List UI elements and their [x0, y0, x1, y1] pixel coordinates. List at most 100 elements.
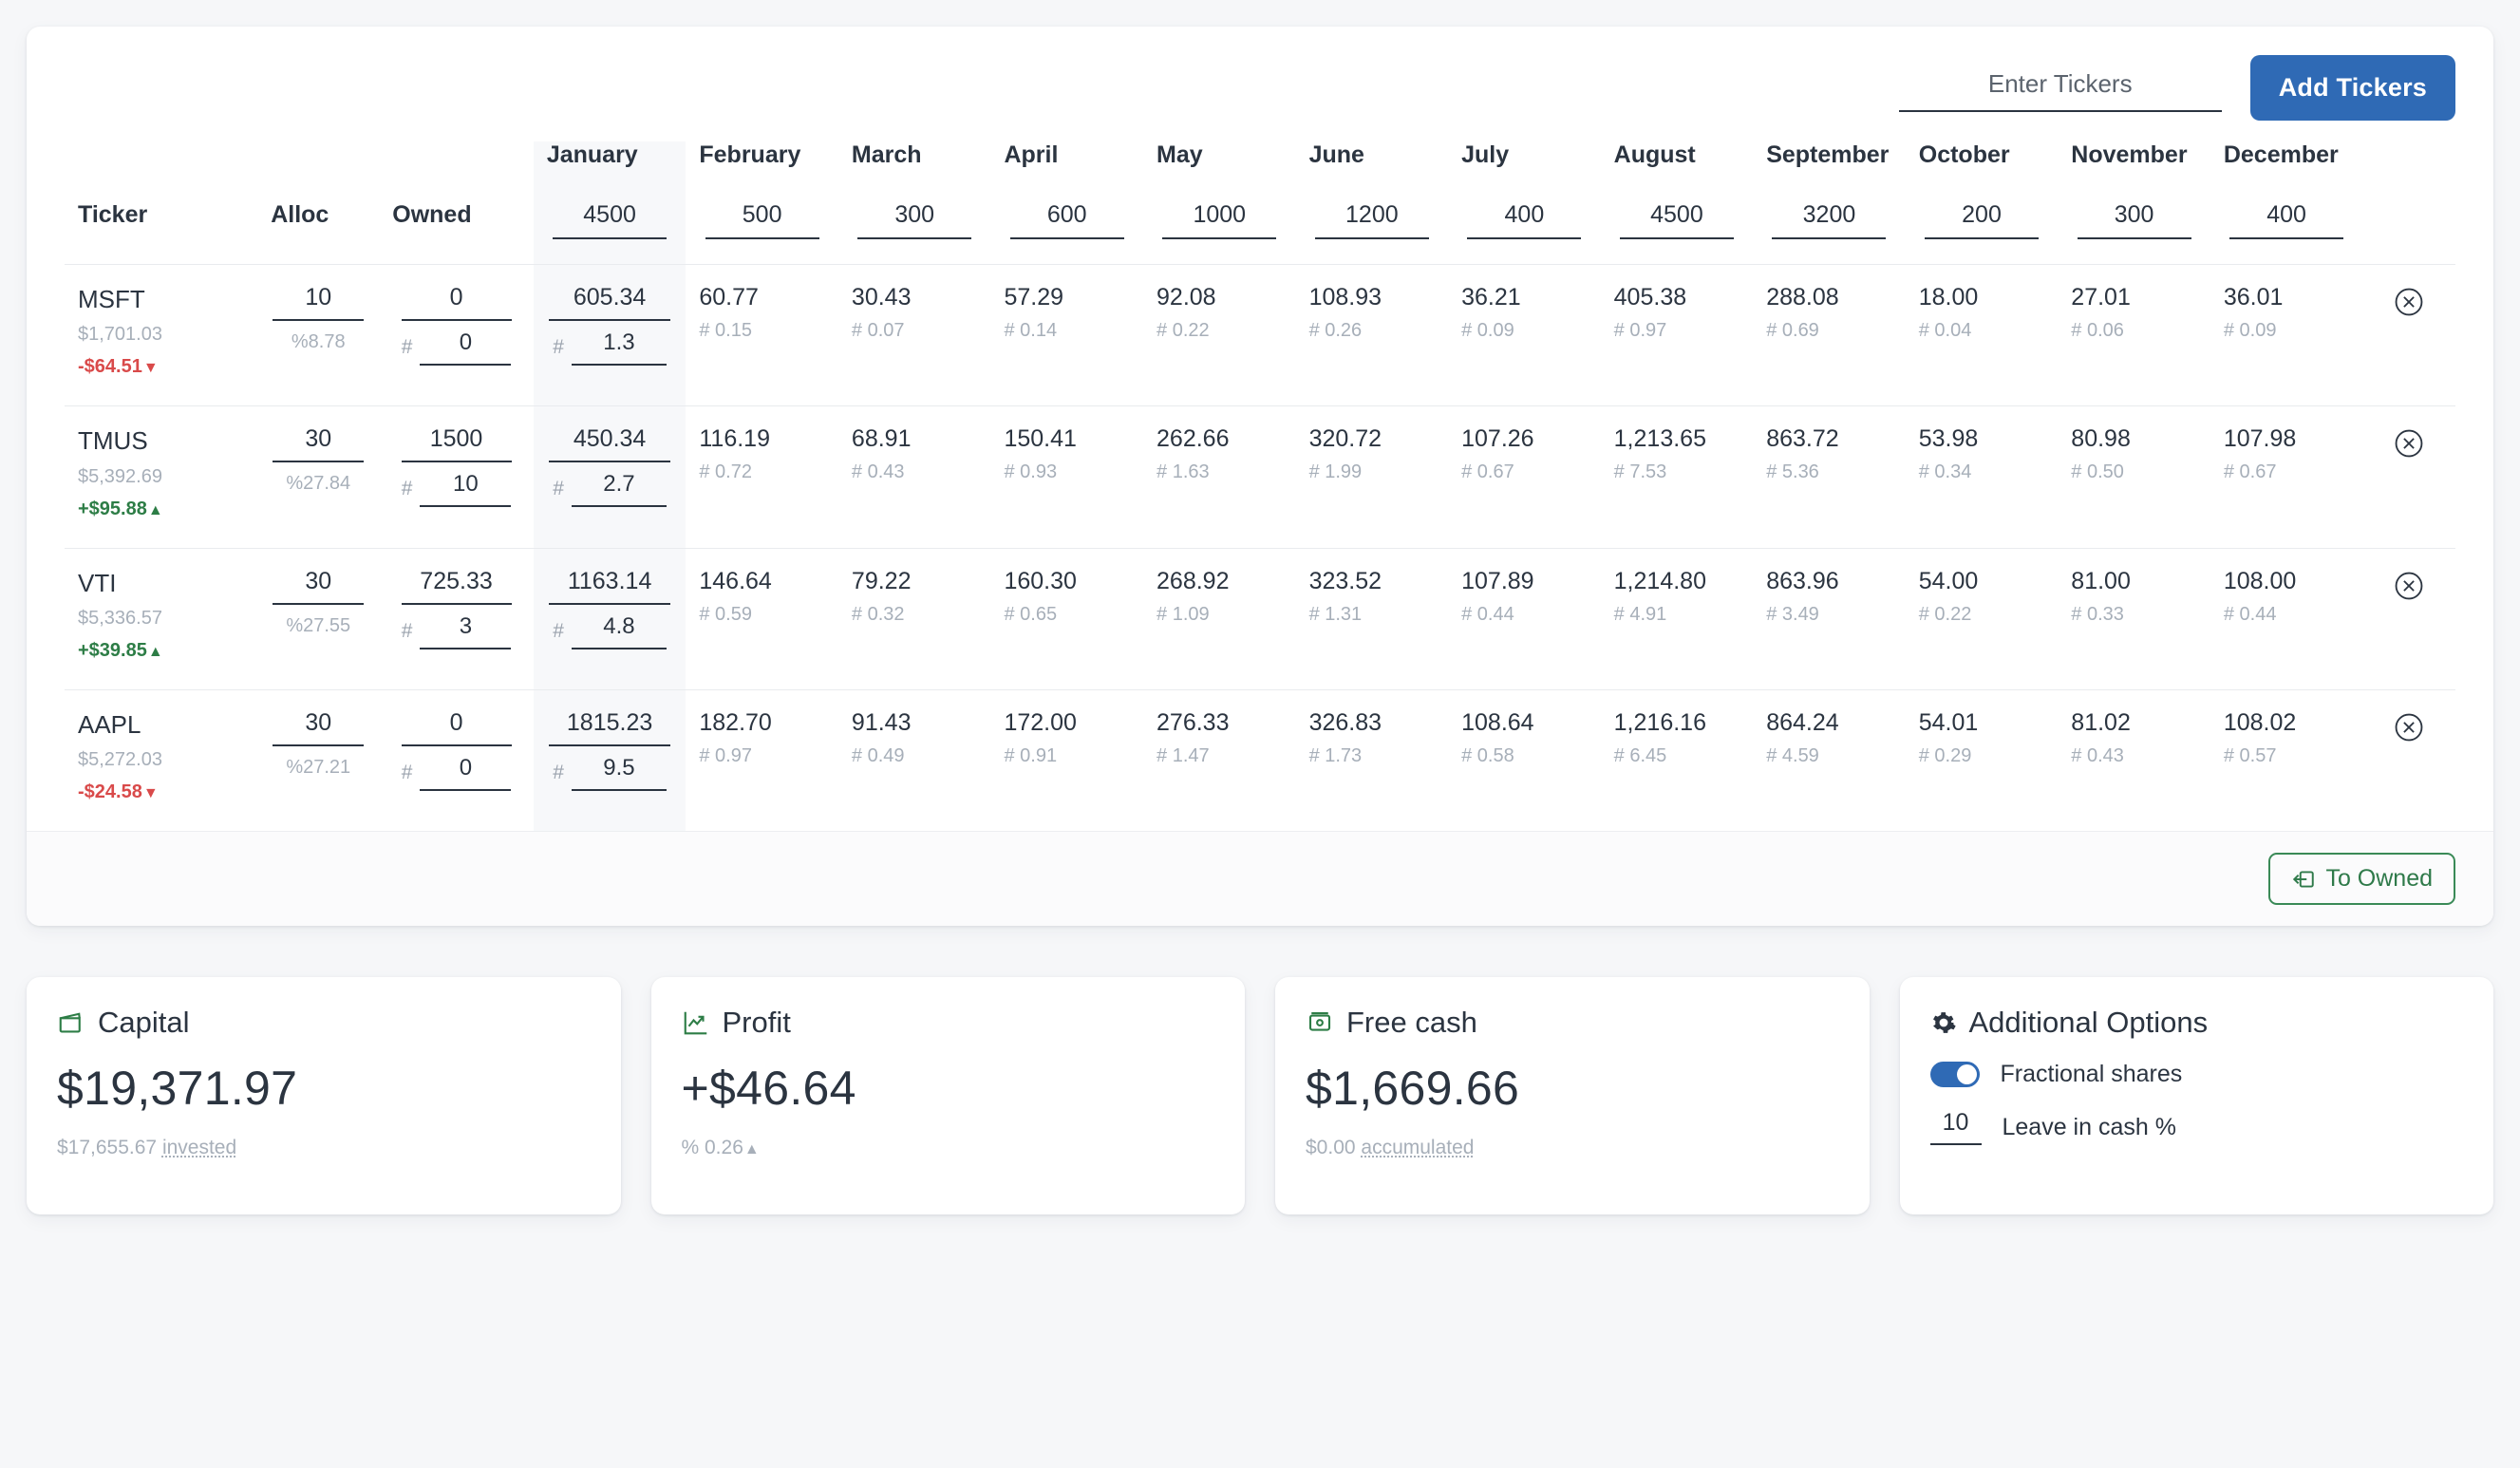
month-shares: # 0.43 — [2071, 744, 2124, 766]
add-tickers-button[interactable]: Add Tickers — [2249, 55, 2455, 121]
fractional-shares-row: Fractional shares — [1929, 1061, 2464, 1088]
ticker-delta: -$64.51▼ — [65, 354, 257, 379]
budget-input-april[interactable] — [1009, 201, 1124, 239]
month-cell-july: 107.89 # 0.44 — [1448, 548, 1601, 689]
close-circle-icon — [2393, 288, 2425, 321]
owned-shares-input[interactable] — [420, 754, 512, 791]
delete-row-button[interactable] — [2393, 711, 2425, 743]
ticker-cell: VTI $5,336.57 +$39.85▲ — [65, 548, 257, 689]
ticker-delta-amount: -$64.51 — [78, 356, 142, 378]
january-amount-input[interactable] — [549, 284, 671, 321]
month-amount: 107.89 — [1461, 567, 1534, 594]
month-shares: # 0.67 — [2223, 461, 2277, 483]
budget-input-march[interactable] — [857, 201, 972, 239]
ticker-cell: MSFT $1,701.03 -$64.51▼ — [65, 265, 257, 406]
month-shares: # 1.31 — [1308, 603, 1363, 625]
ticker-delta: +$39.85▲ — [65, 638, 257, 663]
month-shares: # 0.22 — [1918, 603, 1972, 625]
alloc-input[interactable] — [273, 567, 365, 605]
alloc-input[interactable] — [273, 425, 365, 463]
budget-input-february[interactable] — [705, 201, 819, 239]
month-shares: # 0.29 — [1918, 744, 1972, 766]
free-cash-sub-amount: $0.00 — [1306, 1137, 1356, 1159]
month-cell-november: 27.01 # 0.06 — [2058, 265, 2210, 406]
trend-up-icon — [682, 1008, 710, 1037]
month-shares: # 0.09 — [2223, 320, 2277, 341]
month-amount: 150.41 — [1004, 425, 1077, 453]
month-amount: 92.08 — [1157, 284, 1216, 311]
month-shares: # 0.26 — [1308, 320, 1363, 341]
budget-input-december[interactable] — [2229, 201, 2344, 239]
budget-input-june[interactable] — [1314, 201, 1429, 239]
month-shares: # 0.33 — [2071, 603, 2124, 625]
additional-options-card: Additional Options Fractional shares Lea… — [1899, 977, 2493, 1215]
month-header-february: February — [699, 141, 801, 168]
month-shares: # 0.65 — [1004, 603, 1058, 625]
january-shares-box: # — [534, 329, 686, 366]
month-shares: # 4.91 — [1613, 603, 1667, 625]
owned-cell: # — [379, 548, 534, 689]
ticker-delta-down-triangle-icon: ▼ — [142, 360, 159, 377]
month-cell-june: 320.72 # 1.99 — [1296, 406, 1449, 548]
month-amount: 36.01 — [2223, 284, 2284, 311]
month-amount: 268.92 — [1157, 567, 1230, 594]
to-owned-button[interactable]: To Owned — [2268, 853, 2455, 906]
free-cash-sub-word: accumulated — [1361, 1137, 1475, 1159]
holdings-table: January February March April May June Ju… — [65, 141, 2455, 832]
ticker-input[interactable] — [1898, 64, 2222, 112]
fractional-shares-label: Fractional shares — [2000, 1061, 2183, 1088]
budget-input-august[interactable] — [1619, 201, 1734, 239]
month-cell-august: 405.38 # 0.97 — [1601, 265, 1754, 406]
table-head: January February March April May June Ju… — [65, 141, 2455, 265]
fractional-shares-toggle[interactable] — [1929, 1062, 1980, 1088]
month-header-december: December — [2223, 141, 2339, 168]
table-row: TMUS $5,392.69 +$95.88▲ %27.84 # #116.19 # 0.7… — [65, 405, 2455, 549]
january-shares-input[interactable] — [571, 329, 667, 366]
month-amount: 108.02 — [2223, 708, 2297, 736]
budget-cell-february — [686, 201, 838, 265]
month-cell-may: 276.33 # 1.47 — [1143, 689, 1296, 831]
budget-cell-january — [533, 201, 686, 265]
alloc-input[interactable] — [273, 284, 365, 321]
alloc-input[interactable] — [273, 708, 365, 746]
budget-input-october[interactable] — [1925, 201, 2040, 239]
month-cell-may: 268.92 # 1.09 — [1143, 548, 1296, 689]
month-amount: 863.96 — [1766, 567, 1839, 594]
delete-row-button[interactable] — [2393, 427, 2425, 460]
january-shares-input[interactable] — [571, 612, 667, 649]
month-cell-december: 36.01 # 0.09 — [2210, 265, 2363, 406]
owned-shares-input[interactable] — [420, 471, 512, 508]
month-amount: 863.72 — [1766, 425, 1839, 453]
cash-icon — [1306, 1008, 1334, 1037]
budget-input-january[interactable] — [553, 201, 668, 239]
owned-amount-input[interactable] — [401, 567, 512, 605]
free-cash-amount: $1,669.66 — [1306, 1062, 1520, 1116]
alloc-box: %27.55 — [257, 567, 379, 637]
january-shares-input[interactable] — [571, 754, 667, 791]
january-amount-input[interactable] — [549, 567, 671, 605]
january-amount-input[interactable] — [549, 425, 671, 463]
leave-in-cash-input[interactable] — [1929, 1109, 1982, 1146]
month-amount: 116.19 — [699, 425, 770, 453]
close-circle-icon — [2393, 429, 2425, 462]
january-shares-input[interactable] — [571, 471, 667, 508]
month-amount: 276.33 — [1157, 708, 1230, 736]
month-shares: # 0.14 — [1004, 320, 1058, 341]
owned-amount-input[interactable] — [401, 284, 512, 321]
january-amount-input[interactable] — [549, 708, 671, 746]
delete-row-button[interactable] — [2393, 570, 2425, 602]
owned-amount-input[interactable] — [401, 708, 512, 746]
delete-row-button[interactable] — [2393, 286, 2425, 318]
budget-input-september[interactable] — [1772, 201, 1887, 239]
owned-amount-input[interactable] — [401, 425, 512, 463]
month-shares: # 0.67 — [1461, 461, 1514, 483]
budget-input-november[interactable] — [2077, 201, 2191, 239]
budget-input-july[interactable] — [1467, 201, 1582, 239]
capital-card-title: Capital — [98, 1006, 190, 1040]
owned-shares-box: # — [379, 471, 534, 508]
owned-shares-input[interactable] — [420, 612, 512, 649]
profit-up-triangle-icon: ▲ — [743, 1141, 760, 1158]
owned-shares-input[interactable] — [420, 329, 512, 366]
budget-input-may[interactable] — [1162, 201, 1277, 239]
hash-symbol: # — [401, 761, 413, 783]
